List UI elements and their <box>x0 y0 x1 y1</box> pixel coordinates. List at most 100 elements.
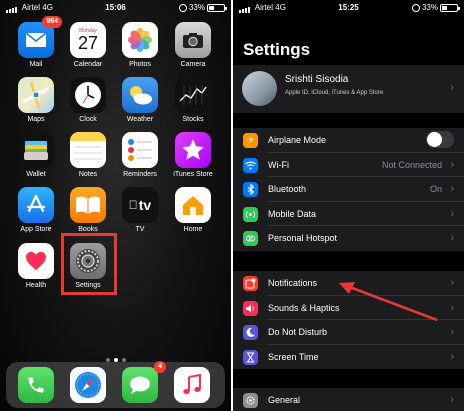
gear-icon <box>243 393 258 408</box>
chevron-right-icon: › <box>450 301 454 314</box>
chevron-right-icon: › <box>450 350 454 363</box>
chevron-right-icon: › <box>450 326 454 339</box>
profile-subtitle: Apple ID, iCloud, iTunes & App Store <box>285 90 384 96</box>
app-label: Camera <box>180 61 206 68</box>
mail-icon: 964 <box>18 16 62 58</box>
app-store-icon <box>18 187 54 223</box>
hourglass-icon <box>243 349 258 365</box>
app-label: iTunes Store <box>173 171 213 178</box>
messages-badge: 4 <box>154 361 166 373</box>
battery-percent: 33% <box>188 3 205 12</box>
app-calendar[interactable]: Monday 27 Calendar <box>66 22 110 68</box>
app-home[interactable]: Home <box>171 187 215 233</box>
app-label: Calendar <box>73 61 103 68</box>
book-icon <box>70 187 106 223</box>
phone-icon <box>18 367 54 403</box>
home-screen: Airtel 4G 15:06 33% 964 Mail Monday 27 C… <box>0 0 231 411</box>
heart-icon <box>18 243 54 279</box>
profile-name: Srishti Sisodia <box>285 74 349 85</box>
app-camera[interactable]: Camera <box>171 22 215 68</box>
app-label: Books <box>78 226 98 233</box>
mail-badge: 964 <box>42 16 62 28</box>
app-books[interactable]: Books <box>66 187 110 233</box>
app-photos[interactable]: Photos <box>118 22 162 68</box>
row-airplane-mode[interactable]: ✈ Airplane Mode <box>233 128 464 153</box>
app-clock[interactable]: Clock <box>66 77 110 123</box>
row-label: General <box>268 395 301 405</box>
airplane-icon: ✈ <box>243 133 258 148</box>
app-reminders[interactable]: Reminders <box>118 132 162 178</box>
app-itunes-store[interactable]: iTunes Store <box>171 132 215 178</box>
star-icon <box>175 132 211 168</box>
settings-highlight-box <box>61 233 117 295</box>
maps-icon <box>18 77 54 113</box>
app-app-store[interactable]: App Store <box>14 187 58 233</box>
app-label: TV <box>135 226 145 233</box>
page-title: Settings <box>243 40 311 59</box>
row-wifi[interactable]: Wi-Fi Not Connected › <box>233 153 464 178</box>
chevron-right-icon: › <box>450 183 454 196</box>
compass-icon <box>70 367 106 403</box>
app-label: Mail <box>29 61 43 68</box>
app-stocks[interactable]: Stocks <box>171 77 215 123</box>
mobile-data-icon <box>243 206 258 222</box>
chevron-right-icon: › <box>450 394 454 406</box>
airplane-mode-toggle[interactable] <box>426 131 454 148</box>
battery-icon <box>207 3 227 12</box>
app-mail[interactable]: 964 Mail <box>14 16 62 68</box>
row-label: Do Not Disturb <box>268 327 328 338</box>
music-icon <box>174 367 210 403</box>
app-label: Notes <box>78 171 98 178</box>
row-bluetooth[interactable]: Bluetooth On › <box>233 177 464 202</box>
connectivity-group: ✈ Airplane Mode Wi-Fi Not Connected › Bl… <box>233 128 464 251</box>
calendar-date: 27 <box>77 33 99 53</box>
tv-glyph: tv <box>134 197 151 213</box>
sounds-icon <box>243 300 258 316</box>
app-label: Wallet <box>26 171 46 178</box>
app-label: Stocks <box>182 116 204 123</box>
row-mobile-data[interactable]: Mobile Data › <box>233 202 464 227</box>
reminders-icon <box>122 132 158 168</box>
wallet-icon <box>18 132 54 168</box>
row-label: Bluetooth <box>268 184 307 195</box>
app-weather[interactable]: Weather <box>118 77 162 123</box>
row-screen-time[interactable]: Screen Time › <box>233 345 464 370</box>
orientation-lock-icon <box>178 3 187 12</box>
bluetooth-status: On <box>429 184 442 195</box>
dock-music[interactable] <box>170 367 214 403</box>
app-label: Health <box>25 282 47 289</box>
camera-icon <box>175 22 211 58</box>
app-label: Photos <box>129 61 151 68</box>
app-maps[interactable]: Maps <box>14 77 58 123</box>
avatar <box>242 71 277 106</box>
app-label: Clock <box>79 116 97 123</box>
house-icon <box>175 187 211 223</box>
battery-percent: 33% <box>421 3 438 12</box>
dock-phone[interactable] <box>14 367 58 403</box>
moon-icon <box>243 325 258 341</box>
tv-icon: tv <box>122 187 158 223</box>
row-label: Notifications <box>268 278 318 288</box>
wifi-status: Not Connected <box>381 159 442 170</box>
dock-messages[interactable]: 4 <box>118 361 166 403</box>
chevron-right-icon: › <box>450 82 454 94</box>
app-label: Home <box>183 226 203 233</box>
dock-safari[interactable] <box>66 367 110 403</box>
row-general[interactable]: General › <box>233 388 464 411</box>
app-wallet[interactable]: Wallet <box>14 132 58 178</box>
row-personal-hotspot[interactable]: Personal Hotspot › <box>233 226 464 251</box>
app-label: Maps <box>27 116 45 123</box>
app-label: Weather <box>126 116 154 123</box>
general-group: General › <box>233 388 464 411</box>
app-label: Reminders <box>123 171 157 178</box>
row-label: Screen Time <box>268 351 319 362</box>
app-notes[interactable]: Notes <box>66 132 110 178</box>
apple-id-row[interactable]: Srishti Sisodia Apple ID, iCloud, iTunes… <box>233 65 464 113</box>
notifications-icon <box>243 276 258 291</box>
calendar-icon: Monday 27 <box>70 22 106 58</box>
bluetooth-icon <box>243 182 258 198</box>
app-tv[interactable]: tv TV <box>118 187 162 233</box>
photos-icon <box>122 22 158 58</box>
app-health[interactable]: Health <box>14 243 58 289</box>
stocks-icon <box>175 77 211 113</box>
